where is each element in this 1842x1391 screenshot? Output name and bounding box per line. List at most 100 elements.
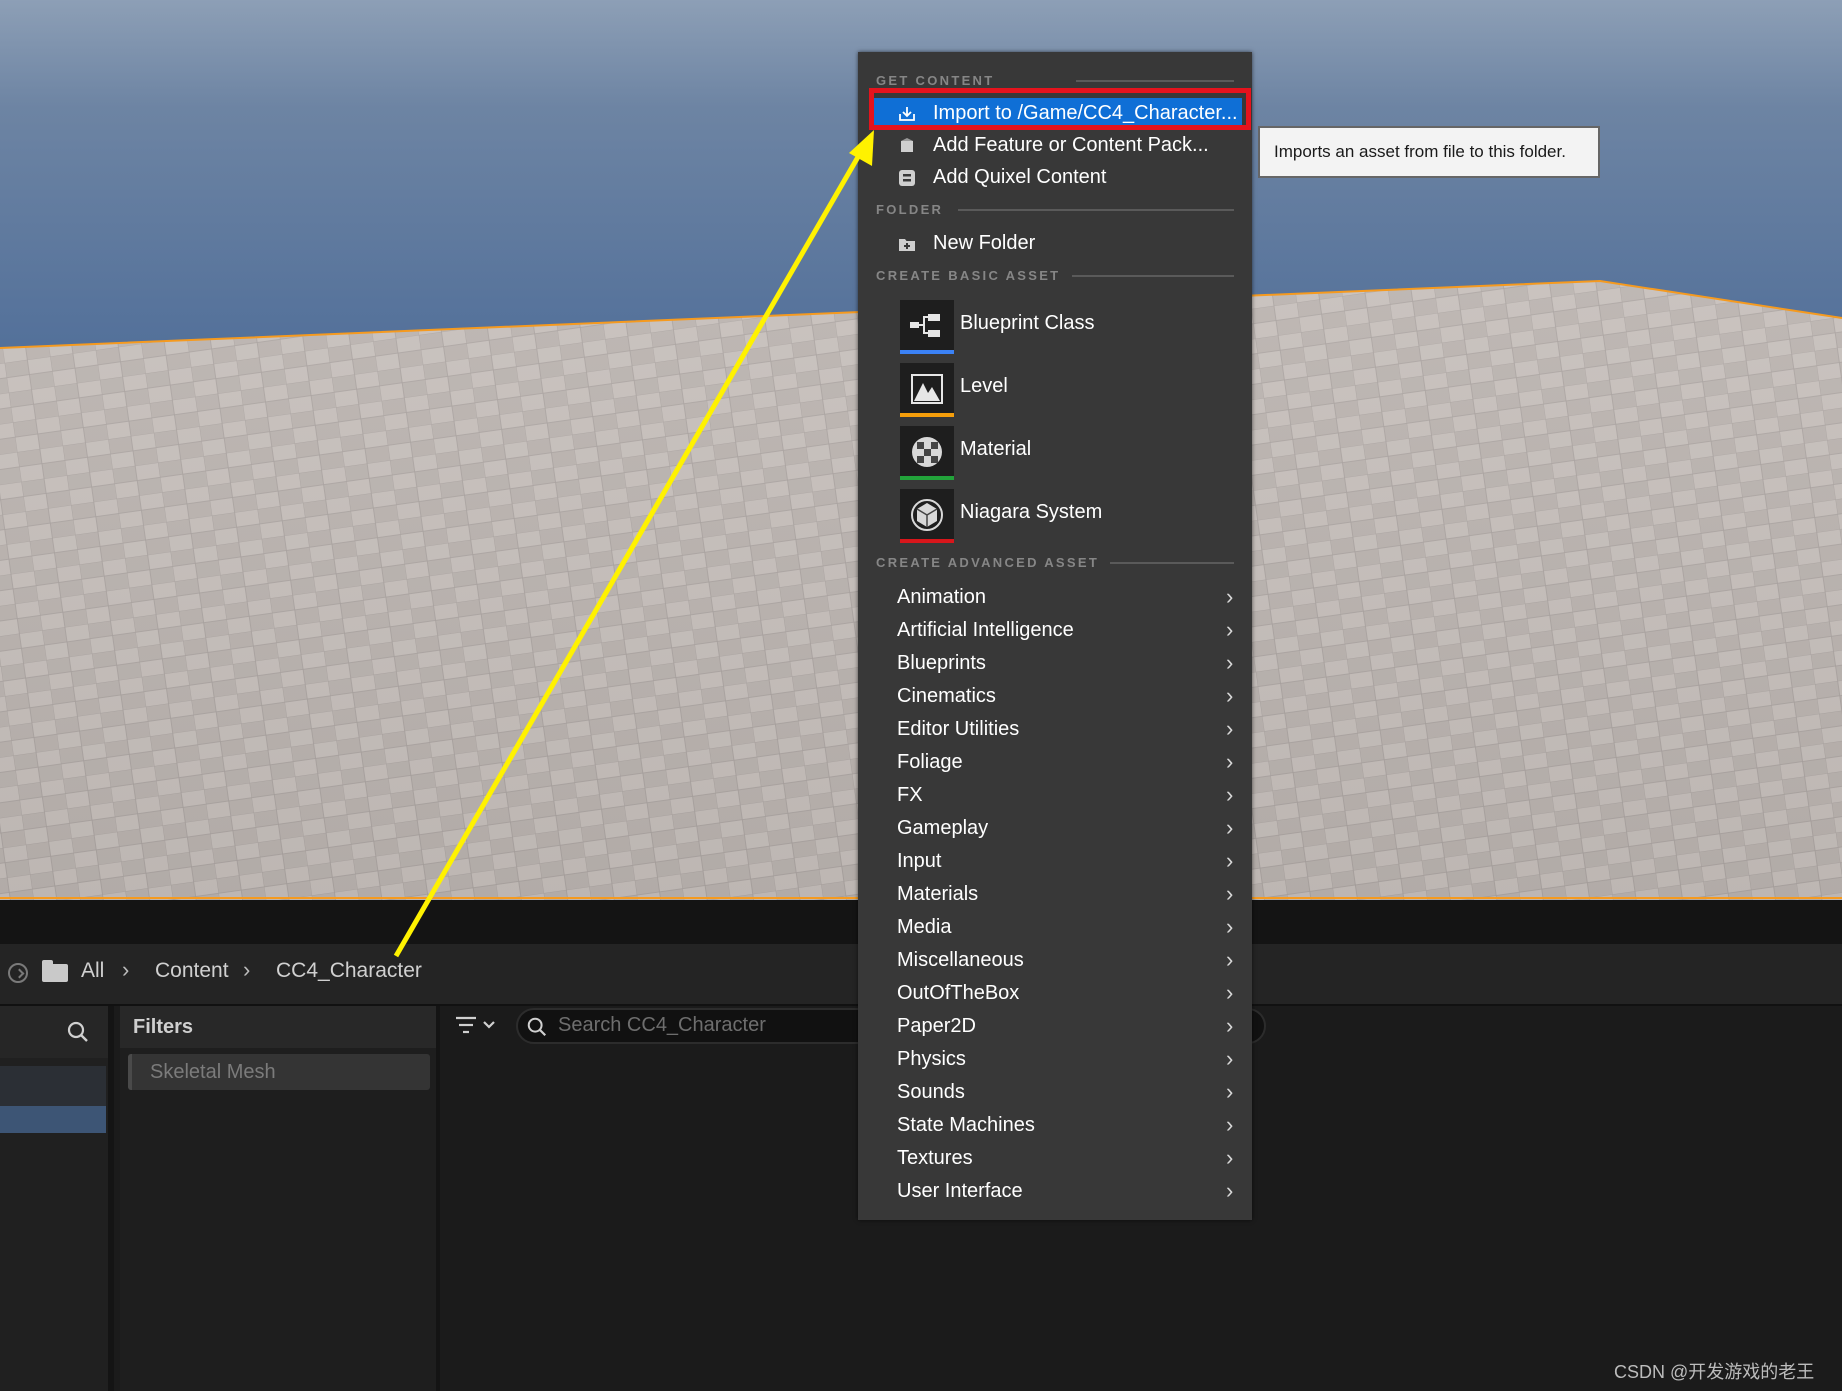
add-quixel-content-label: Add Quixel Content bbox=[933, 166, 1107, 188]
chevron-right-icon: › bbox=[1226, 749, 1234, 774]
blueprint-class-menu-item[interactable]: Blueprint Class bbox=[858, 298, 1252, 358]
submenu-item-sounds[interactable]: Sounds › bbox=[858, 1077, 1252, 1110]
add-quixel-content-menu-item[interactable]: Add Quixel Content bbox=[858, 162, 1252, 194]
submenu-item-textures[interactable]: Textures › bbox=[858, 1143, 1252, 1176]
folder-search-bar[interactable] bbox=[0, 1006, 108, 1058]
submenu-item-label: Media bbox=[897, 916, 952, 938]
submenu-item-blueprints[interactable]: Blueprints › bbox=[858, 648, 1252, 681]
section-divider bbox=[1110, 562, 1234, 564]
section-divider bbox=[1076, 80, 1234, 82]
material-icon bbox=[900, 426, 954, 478]
chevron-right-icon: › bbox=[1226, 1112, 1234, 1137]
material-color-bar bbox=[900, 476, 954, 480]
submenu-item-fx[interactable]: FX › bbox=[858, 780, 1252, 813]
filter-icon bbox=[456, 1016, 495, 1034]
submenu-item-user-interface[interactable]: User Interface › bbox=[858, 1176, 1252, 1209]
search-placeholder: Search CC4_Character bbox=[558, 1014, 766, 1036]
chevron-right-icon: › bbox=[1226, 980, 1234, 1005]
chevron-right-icon: › bbox=[1226, 947, 1234, 972]
new-folder-icon bbox=[899, 239, 915, 251]
chevron-right-icon[interactable]: › bbox=[243, 957, 250, 983]
new-folder-menu-item[interactable]: New Folder bbox=[858, 228, 1252, 260]
chevron-right-icon: › bbox=[1226, 1079, 1234, 1104]
submenu-item-physics[interactable]: Physics › bbox=[858, 1044, 1252, 1077]
breadcrumb-cc4-character[interactable]: CC4_Character bbox=[276, 959, 422, 983]
submenu-item-miscellaneous[interactable]: Miscellaneous › bbox=[858, 945, 1252, 978]
section-header-folder: FOLDER bbox=[876, 202, 944, 217]
niagara-system-menu-item[interactable]: Niagara System bbox=[858, 487, 1252, 547]
submenu-item-foliage[interactable]: Foliage › bbox=[858, 747, 1252, 780]
submenu-item-state-machines[interactable]: State Machines › bbox=[858, 1110, 1252, 1143]
niagara-color-bar bbox=[900, 539, 954, 543]
niagara-icon bbox=[900, 489, 954, 541]
watermark: CSDN @开发游戏的老王 bbox=[1614, 1362, 1815, 1382]
submenu-item-label: Gameplay bbox=[897, 817, 989, 839]
submenu-item-label: User Interface bbox=[897, 1180, 1023, 1202]
history-back-icon[interactable] bbox=[8, 963, 28, 983]
niagara-system-label: Niagara System bbox=[960, 501, 1103, 523]
filter-chip-label: Skeletal Mesh bbox=[150, 1061, 276, 1083]
folder-tree-item[interactable] bbox=[0, 1066, 106, 1106]
chevron-right-icon: › bbox=[1226, 1178, 1234, 1203]
new-folder-label: New Folder bbox=[933, 232, 1036, 254]
breadcrumb-all[interactable]: All bbox=[81, 959, 104, 983]
search-icon bbox=[527, 1017, 547, 1037]
quixel-icon bbox=[899, 170, 915, 186]
submenu-item-cinematics[interactable]: Cinematics › bbox=[858, 681, 1252, 714]
chevron-right-icon: › bbox=[1226, 617, 1234, 642]
annotation-highlight-box bbox=[869, 88, 1251, 130]
chevron-right-icon: › bbox=[1226, 584, 1234, 609]
chevron-right-icon: › bbox=[1226, 650, 1234, 675]
submenu-item-artificial-intelligence[interactable]: Artificial Intelligence › bbox=[858, 615, 1252, 648]
blueprint-class-color-bar bbox=[900, 350, 954, 354]
submenu-item-label: State Machines bbox=[897, 1114, 1035, 1136]
level-icon bbox=[900, 363, 954, 415]
submenu-item-label: Materials bbox=[897, 883, 979, 905]
material-menu-item[interactable]: Material bbox=[858, 424, 1252, 484]
add-asset-context-menu: GET CONTENT Import to /Game/CC4_Characte… bbox=[858, 52, 1252, 1220]
add-feature-pack-menu-item[interactable]: Add Feature or Content Pack... bbox=[858, 130, 1252, 162]
submenu-item-label: Miscellaneous bbox=[897, 949, 1024, 971]
level-label: Level bbox=[960, 375, 1008, 397]
submenu-item-label: Cinematics bbox=[897, 685, 996, 707]
filter-dropdown-button[interactable] bbox=[454, 1012, 502, 1040]
chevron-down-icon bbox=[483, 1021, 495, 1029]
level-menu-item[interactable]: Level bbox=[858, 361, 1252, 421]
submenu-item-outofthebox[interactable]: OutOfTheBox › bbox=[858, 978, 1252, 1011]
section-header-create-advanced-asset: CREATE ADVANCED ASSET bbox=[876, 555, 1100, 570]
submenu-item-label: Foliage bbox=[897, 751, 963, 773]
import-tooltip: Imports an asset from file to this folde… bbox=[1258, 126, 1600, 178]
level-color-bar bbox=[900, 413, 954, 417]
chevron-right-icon: › bbox=[1226, 848, 1234, 873]
chevron-right-icon: › bbox=[1226, 914, 1234, 939]
folder-tree-panel bbox=[0, 1006, 114, 1391]
chevron-right-icon: › bbox=[1226, 1013, 1234, 1038]
chevron-right-icon: › bbox=[1226, 683, 1234, 708]
add-feature-pack-label: Add Feature or Content Pack... bbox=[933, 134, 1209, 156]
breadcrumb-content[interactable]: Content bbox=[155, 959, 229, 983]
submenu-item-label: FX bbox=[897, 784, 923, 806]
submenu-item-label: OutOfTheBox bbox=[897, 982, 1020, 1004]
submenu-item-materials[interactable]: Materials › bbox=[858, 879, 1252, 912]
filters-header: Filters bbox=[120, 1006, 436, 1048]
submenu-item-animation[interactable]: Animation › bbox=[858, 582, 1252, 615]
filters-title: Filters bbox=[133, 1016, 194, 1038]
submenu-item-label: Artificial Intelligence bbox=[897, 619, 1074, 641]
folder-tree-item-selected[interactable] bbox=[0, 1106, 106, 1133]
folder-icon[interactable] bbox=[42, 960, 68, 982]
submenu-item-label: Input bbox=[897, 850, 942, 872]
chevron-right-icon[interactable]: › bbox=[122, 957, 129, 983]
submenu-item-editor-utilities[interactable]: Editor Utilities › bbox=[858, 714, 1252, 747]
section-divider bbox=[958, 209, 1234, 211]
submenu-item-input[interactable]: Input › bbox=[858, 846, 1252, 879]
chevron-right-icon: › bbox=[1226, 881, 1234, 906]
submenu-item-label: Sounds bbox=[897, 1081, 965, 1103]
submenu-item-gameplay[interactable]: Gameplay › bbox=[858, 813, 1252, 846]
blueprint-class-icon bbox=[900, 300, 954, 352]
submenu-item-paper2d[interactable]: Paper2D › bbox=[858, 1011, 1252, 1044]
submenu-item-media[interactable]: Media › bbox=[858, 912, 1252, 945]
submenu-item-label: Textures bbox=[897, 1147, 973, 1169]
filter-chip-skeletal-mesh[interactable]: Skeletal Mesh bbox=[128, 1054, 430, 1090]
search-icon[interactable] bbox=[66, 1020, 90, 1044]
tooltip-text: Imports an asset from file to this folde… bbox=[1274, 142, 1566, 161]
